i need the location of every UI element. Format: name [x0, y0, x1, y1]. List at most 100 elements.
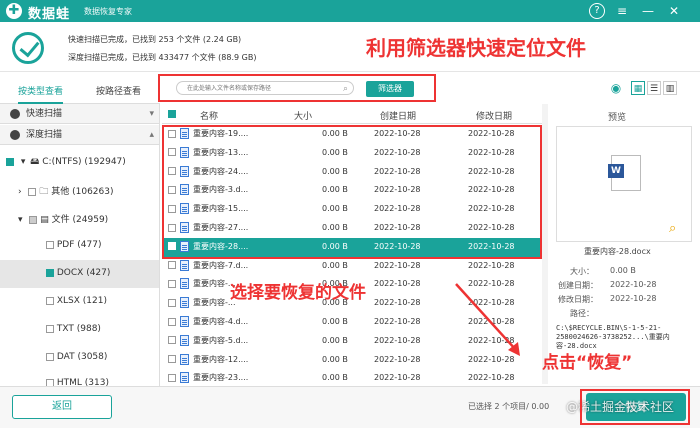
type-checkbox[interactable]: [46, 240, 54, 249]
type-item-docx[interactable]: DOCX (427): [46, 268, 110, 278]
row-checkbox[interactable]: [168, 355, 176, 364]
file-modified: 2022-10-28: [468, 260, 515, 270]
chevron-down-icon[interactable]: ▾: [21, 157, 26, 167]
tree-label: C:(NTFS) (192947): [42, 157, 126, 167]
type-checkbox[interactable]: [46, 268, 54, 277]
preview-thumbnail: W ⌕: [556, 126, 692, 242]
row-checkbox[interactable]: [168, 279, 176, 288]
table-row[interactable]: 重要内容-7.d... 0.00 B 2022-10-28 2022-10-28: [162, 257, 542, 276]
file-created: 2022-10-28: [374, 317, 421, 326]
file-size: 0.00 B: [322, 260, 348, 270]
chevron-up-icon[interactable]: ▴: [149, 125, 154, 145]
file-name: 重要内容-4.d...: [193, 317, 249, 326]
preview-title: 预览: [608, 113, 627, 123]
file-created: 2022-10-28: [374, 260, 421, 270]
type-checkbox[interactable]: [46, 352, 54, 361]
preview-path: C:\$RECYCLE.BIN\S-1-5-21-2580024626-3738…: [556, 324, 670, 350]
scan-status-panel: 快速扫描已完成，已找到 253 个文件 (2.24 GB) 深度扫描已完成，已找…: [0, 22, 700, 72]
bottom-bar: 返回 已选择 2 个项目/ 0.00 恢复 @稀土掘金技术社区: [0, 386, 700, 428]
docx-file-icon: [180, 334, 189, 346]
tab-by-path[interactable]: 按路径查看: [96, 84, 141, 97]
sidebar-item-deep-scan[interactable]: 深度扫描 ▴: [0, 125, 159, 145]
preview-filename: 重要内容-28.docx: [584, 247, 651, 256]
file-name: 重要内容-12....: [193, 354, 249, 364]
annotation-title: 利用筛选器快速定位文件: [366, 36, 586, 60]
row-checkbox[interactable]: [168, 317, 176, 326]
radio-icon: [10, 108, 20, 119]
select-all-checkbox[interactable]: [168, 109, 176, 119]
column-modified[interactable]: 修改日期: [476, 109, 512, 122]
preview-panel: 预览 W ⌕ 重要内容-28.docx 大小： 0.00 B 创建日期： 202…: [548, 104, 700, 388]
tree-label: 其他 (106263): [51, 187, 114, 197]
docx-file-icon: [180, 278, 189, 290]
file-size: 0.00 B: [322, 317, 348, 326]
minimize-icon[interactable]: —: [640, 3, 656, 19]
file-modified: 2022-10-28: [468, 373, 515, 383]
annotation-click: 点击“恢复”: [542, 353, 633, 373]
annotation-selection-highlight: [162, 125, 542, 259]
help-icon[interactable]: ?: [589, 3, 605, 19]
view-tabs: 按类型查看 按路径查看: [0, 76, 160, 104]
type-item-xlsx[interactable]: XLSX (121): [46, 296, 107, 306]
size-label: 大小：: [570, 267, 594, 276]
eye-icon[interactable]: ◉: [609, 81, 623, 95]
files-checkbox[interactable]: [29, 215, 38, 224]
column-size[interactable]: 大小: [294, 109, 312, 122]
row-checkbox[interactable]: [168, 336, 176, 345]
type-item-dat[interactable]: DAT (3058): [46, 352, 107, 362]
document-icon: ▤: [40, 215, 49, 225]
other-checkbox[interactable]: [28, 187, 37, 196]
file-size: 0.00 B: [322, 335, 348, 345]
type-item-txt[interactable]: TXT (988): [46, 324, 101, 334]
radio-icon: [10, 129, 20, 140]
file-name: 重要内容-5.d...: [193, 335, 249, 345]
annotation-filter-highlight: [158, 74, 436, 102]
annotation-arrow: [455, 283, 520, 356]
deep-scan-status: 深度扫描已完成，已找到 433477 个文件 (88.9 GB): [68, 53, 257, 62]
folder-icon: 🗀: [39, 187, 49, 197]
detail-view-icon[interactable]: ▥: [663, 81, 677, 95]
annotation-select: 选择要恢复的文件: [230, 283, 366, 303]
chevron-down-icon[interactable]: ▾: [149, 104, 154, 124]
chevron-right-icon[interactable]: ›: [18, 187, 22, 197]
docx-file-icon: [180, 259, 189, 271]
back-button[interactable]: 返回: [12, 395, 112, 419]
tree-item-files[interactable]: ▾ ▤ 文件 (24959): [18, 212, 108, 225]
menu-icon[interactable]: ≡: [614, 3, 630, 19]
chevron-down-icon[interactable]: ▾: [18, 215, 23, 225]
row-checkbox[interactable]: [168, 261, 176, 270]
row-checkbox[interactable]: [168, 373, 176, 382]
type-checkbox[interactable]: [46, 296, 54, 305]
column-name[interactable]: 名称: [200, 109, 218, 122]
app-logo-icon: ✚: [6, 3, 22, 19]
close-icon[interactable]: ✕: [666, 3, 682, 19]
column-created[interactable]: 创建日期: [380, 109, 416, 122]
sidebar-item-quick-scan[interactable]: 快速扫描 ▾: [0, 104, 159, 124]
tree-label: 文件 (24959): [51, 215, 109, 225]
zoom-icon[interactable]: ⌕: [669, 221, 676, 236]
file-created: 2022-10-28: [374, 373, 421, 383]
drive-checkbox[interactable]: [6, 157, 14, 166]
path-label: 路径：: [570, 309, 594, 318]
file-size: 0.00 B: [322, 354, 348, 364]
docx-file-icon: [180, 353, 189, 365]
modified-value: 2022-10-28: [610, 294, 657, 303]
list-view-icon[interactable]: ☰: [647, 81, 661, 95]
app-name: 数据蛙: [28, 7, 71, 22]
docx-file-icon: [180, 372, 189, 384]
sidebar-label: 深度扫描: [26, 130, 63, 140]
tree-item-other[interactable]: › 🗀 其他 (106263): [18, 184, 114, 200]
type-item-pdf[interactable]: PDF (477): [46, 240, 101, 250]
tab-by-type[interactable]: 按类型查看: [18, 84, 64, 104]
tree-item-drive[interactable]: ▾ 🖴 C:(NTFS) (192947): [6, 154, 126, 170]
sidebar: 快速扫描 ▾ 深度扫描 ▴ ▾ 🖴 C:(NTFS) (192947) › 🗀 …: [0, 104, 160, 388]
modified-label: 修改日期：: [558, 295, 598, 304]
type-checkbox[interactable]: [46, 324, 54, 333]
docx-file-icon: [180, 297, 189, 309]
file-created: 2022-10-28: [374, 279, 421, 289]
row-checkbox[interactable]: [168, 298, 176, 307]
grid-view-icon[interactable]: ▦: [631, 81, 645, 95]
annotation-recover-highlight: [580, 389, 690, 425]
title-bar: ✚ 数据蛙 数据恢复专家 ? ≡ — ✕: [0, 0, 700, 22]
file-list-header: 名称 大小 创建日期 修改日期: [162, 104, 542, 124]
